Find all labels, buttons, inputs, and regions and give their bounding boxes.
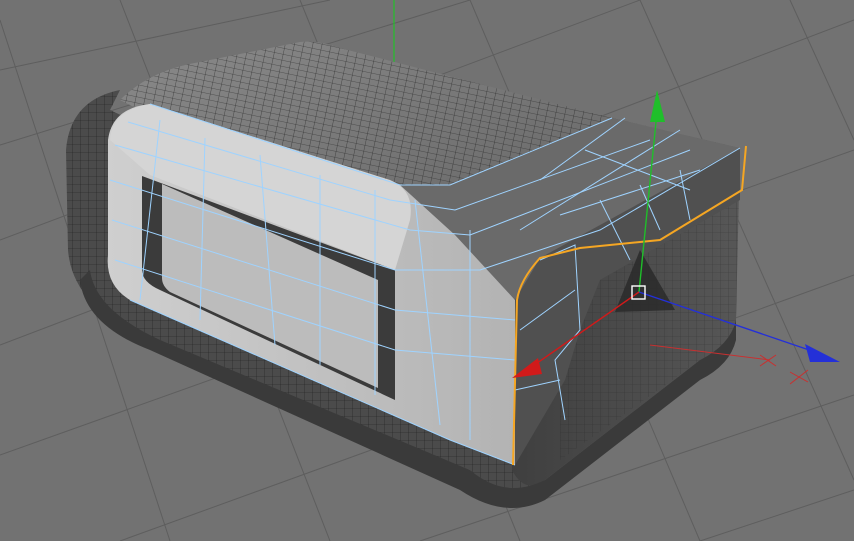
z-arrow-icon[interactable] <box>805 344 840 362</box>
viewport-canvas[interactable] <box>0 0 854 541</box>
y-arrow-icon[interactable] <box>650 90 665 122</box>
3d-viewport[interactable] <box>0 0 854 541</box>
